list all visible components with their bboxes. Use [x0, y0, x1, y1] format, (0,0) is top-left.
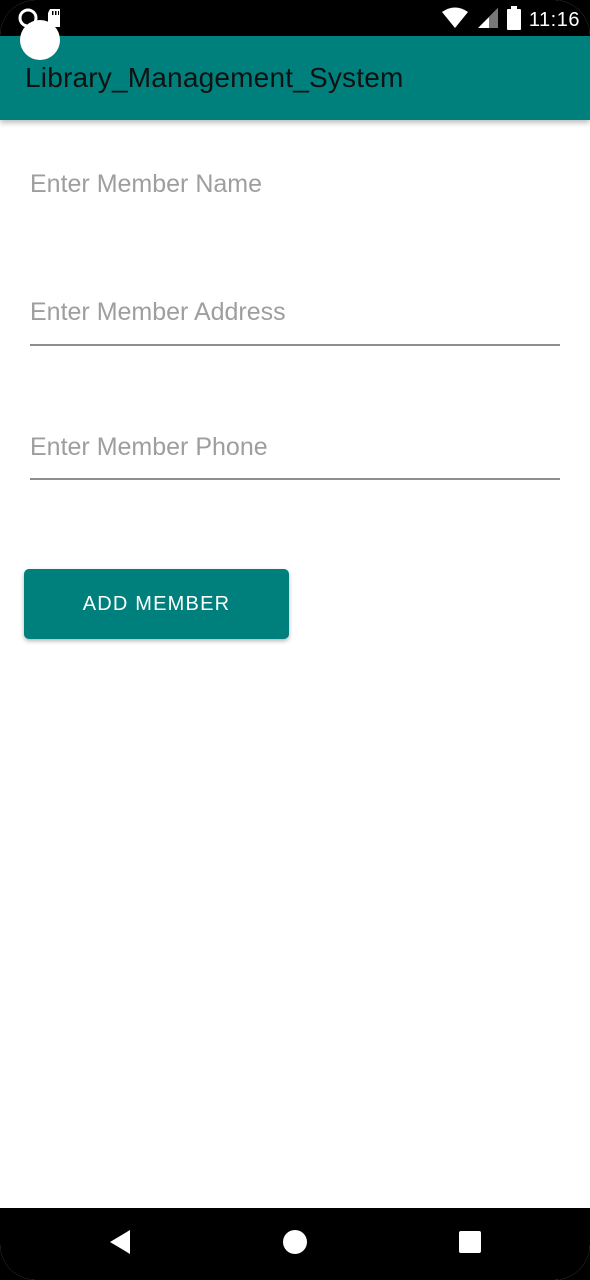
- home-icon: [282, 1229, 308, 1259]
- navigation-bar: [0, 1208, 590, 1280]
- battery-icon: [506, 6, 521, 34]
- status-bar: 11:16: [0, 0, 590, 36]
- member-address-input[interactable]: [30, 292, 560, 332]
- member-name-field[interactable]: [30, 164, 560, 204]
- add-member-button[interactable]: ADD MEMBER: [24, 569, 289, 639]
- phone-screen: 11:16 Library_Management_System ADD MEMB…: [0, 0, 590, 1280]
- back-icon: [108, 1229, 132, 1259]
- app-title: Library_Management_System: [25, 62, 404, 93]
- recents-button[interactable]: [430, 1208, 510, 1280]
- back-button[interactable]: [80, 1208, 160, 1280]
- app-bar: Library_Management_System: [0, 36, 590, 120]
- member-name-input[interactable]: [30, 164, 560, 204]
- status-right-icons: 11:16: [441, 6, 580, 34]
- recents-icon: [458, 1230, 482, 1258]
- member-phone-field[interactable]: [30, 427, 560, 480]
- member-phone-input[interactable]: [30, 427, 560, 467]
- floating-dot-icon[interactable]: [20, 20, 60, 60]
- home-button[interactable]: [255, 1208, 335, 1280]
- cell-signal-icon: [477, 7, 499, 33]
- wifi-icon: [441, 7, 469, 33]
- member-address-field[interactable]: [30, 292, 560, 346]
- status-time: 11:16: [528, 8, 580, 31]
